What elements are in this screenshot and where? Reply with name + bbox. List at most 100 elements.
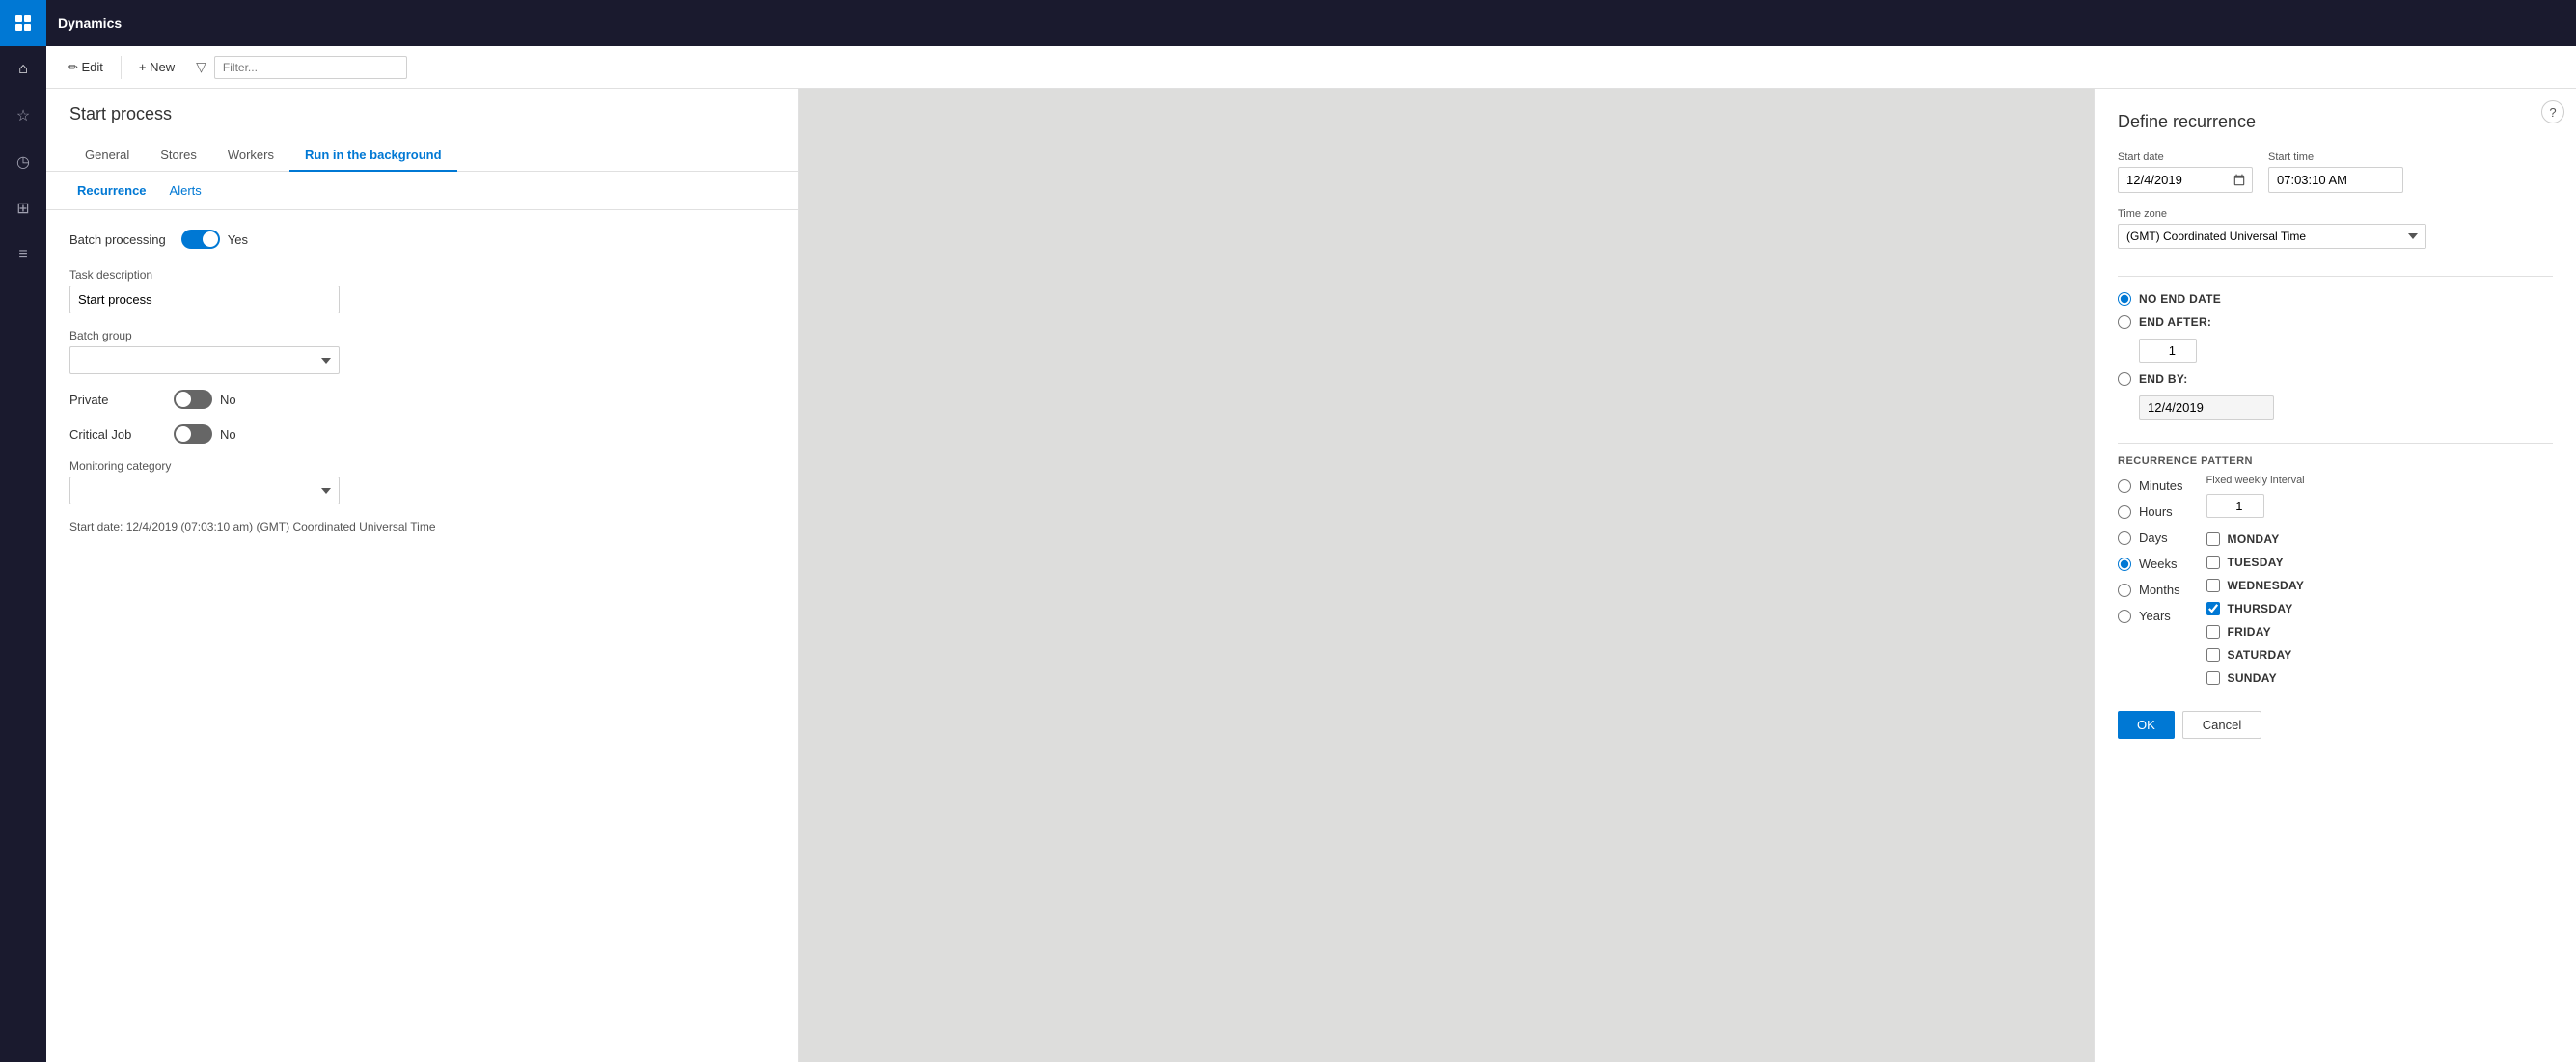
end-after-radio[interactable] <box>2118 315 2131 329</box>
panel-title: Start process <box>69 104 775 124</box>
monday-checkbox-item[interactable]: MONDAY <box>2206 530 2305 549</box>
nav-list-icon[interactable]: ≡ <box>0 231 46 278</box>
private-toggle[interactable] <box>174 390 212 409</box>
wednesday-checkbox[interactable] <box>2206 579 2220 592</box>
friday-checkbox-item[interactable]: FRIDAY <box>2206 622 2305 641</box>
end-after-input[interactable] <box>2139 339 2197 363</box>
start-date-input[interactable] <box>2118 167 2253 193</box>
sub-tab-recurrence[interactable]: Recurrence <box>69 179 154 202</box>
task-description-input[interactable] <box>69 286 340 313</box>
weeks-option[interactable]: Weeks <box>2118 553 2183 575</box>
help-icon[interactable]: ? <box>2541 100 2564 123</box>
batch-toggle[interactable] <box>181 230 220 249</box>
saturday-label: SATURDAY <box>2228 648 2292 662</box>
sunday-checkbox-item[interactable]: SUNDAY <box>2206 668 2305 688</box>
dialog-title: Define recurrence <box>2118 112 2553 132</box>
nav-star-icon[interactable]: ☆ <box>0 93 46 139</box>
no-end-date-label[interactable]: NO END DATE <box>2139 292 2221 306</box>
end-after-option[interactable]: END AFTER: <box>2118 312 2553 333</box>
sunday-checkbox[interactable] <box>2206 671 2220 685</box>
critical-job-toggle[interactable] <box>174 424 212 444</box>
saturday-checkbox[interactable] <box>2206 648 2220 662</box>
private-toggle-value: No <box>220 393 236 407</box>
nav-app-icon[interactable] <box>0 0 46 46</box>
friday-label: FRIDAY <box>2228 625 2271 639</box>
private-row: Private No <box>69 390 775 409</box>
end-by-date-input[interactable] <box>2139 395 2274 420</box>
wednesday-label: WEDNESDAY <box>2228 579 2305 592</box>
fixed-weekly-interval-input[interactable] <box>2206 494 2264 518</box>
days-radio[interactable] <box>2118 531 2131 545</box>
critical-job-row: Critical Job No <box>69 424 775 444</box>
tab-workers[interactable]: Workers <box>212 140 289 172</box>
cancel-button[interactable]: Cancel <box>2182 711 2261 739</box>
new-button[interactable]: + New <box>129 54 184 80</box>
sub-tab-alerts[interactable]: Alerts <box>162 179 209 202</box>
days-label: Days <box>2139 531 2168 545</box>
content-area: Ho... Prep... Mo... Gene... Up... Upda..… <box>46 89 2576 1062</box>
wednesday-checkbox-item[interactable]: WEDNESDAY <box>2206 576 2305 595</box>
panel-header: Start process General Stores Workers Run… <box>46 89 798 172</box>
tuesday-checkbox[interactable] <box>2206 556 2220 569</box>
no-end-date-radio[interactable] <box>2118 292 2131 306</box>
end-by-radio[interactable] <box>2118 372 2131 386</box>
nav-home-icon[interactable]: ⌂ <box>0 46 46 93</box>
nav-bar: ⌂ ☆ ◷ ⊞ ≡ <box>0 0 46 1062</box>
start-time-input[interactable] <box>2268 167 2403 193</box>
batch-toggle-value: Yes <box>228 232 248 247</box>
recurrence-dialog: Define recurrence Start date Start time … <box>2094 89 2576 1062</box>
sunday-label: SUNDAY <box>2228 671 2277 685</box>
years-radio[interactable] <box>2118 610 2131 623</box>
filter-icon[interactable]: ▽ <box>196 59 206 75</box>
saturday-checkbox-item[interactable]: SATURDAY <box>2206 645 2305 665</box>
nav-grid-icon[interactable]: ⊞ <box>0 185 46 231</box>
tab-general[interactable]: General <box>69 140 145 172</box>
ok-button[interactable]: OK <box>2118 711 2175 739</box>
thursday-checkbox-item[interactable]: THURSDAY <box>2206 599 2305 618</box>
end-options-group: NO END DATE END AFTER: END BY: <box>2118 288 2553 423</box>
years-option[interactable]: Years <box>2118 605 2183 627</box>
weekly-options: Fixed weekly interval MONDAY TUESDAY WED… <box>2206 475 2305 688</box>
separator-1 <box>121 56 122 79</box>
monitoring-category-field: Monitoring category <box>69 459 775 504</box>
months-radio[interactable] <box>2118 584 2131 597</box>
pattern-layout: Minutes Hours Days Weeks <box>2118 475 2553 688</box>
dialog-footer: OK Cancel <box>2118 711 2553 739</box>
timezone-select[interactable]: (GMT) Coordinated Universal Time (GMT-05… <box>2118 224 2426 249</box>
batch-group-select[interactable] <box>69 346 340 374</box>
end-by-option[interactable]: END BY: <box>2118 368 2553 390</box>
monday-checkbox[interactable] <box>2206 532 2220 546</box>
minutes-option[interactable]: Minutes <box>2118 475 2183 497</box>
tab-stores[interactable]: Stores <box>145 140 212 172</box>
batch-group-field: Batch group <box>69 329 775 374</box>
tuesday-checkbox-item[interactable]: TUESDAY <box>2206 553 2305 572</box>
friday-checkbox[interactable] <box>2206 625 2220 639</box>
monitoring-category-select[interactable] <box>69 477 340 504</box>
hours-radio[interactable] <box>2118 505 2131 519</box>
months-label: Months <box>2139 583 2180 597</box>
end-after-label[interactable]: END AFTER: <box>2139 315 2211 329</box>
no-end-date-option[interactable]: NO END DATE <box>2118 288 2553 310</box>
weeks-radio[interactable] <box>2118 558 2131 571</box>
hours-label: Hours <box>2139 504 2173 519</box>
months-option[interactable]: Months <box>2118 579 2183 601</box>
end-by-label[interactable]: END BY: <box>2139 372 2188 386</box>
nav-clock-icon[interactable]: ◷ <box>0 139 46 185</box>
thursday-checkbox[interactable] <box>2206 602 2220 615</box>
weeks-label: Weeks <box>2139 557 2178 571</box>
start-time-col: Start time <box>2268 151 2403 193</box>
tab-run-background[interactable]: Run in the background <box>289 140 457 172</box>
task-description-field: Task description <box>69 268 775 313</box>
minutes-label: Minutes <box>2139 478 2183 493</box>
timezone-label: Time zone <box>2118 208 2553 220</box>
minutes-radio[interactable] <box>2118 479 2131 493</box>
start-process-panel: Start process General Stores Workers Run… <box>46 89 799 1062</box>
hours-option[interactable]: Hours <box>2118 501 2183 523</box>
app-bar: Dynamics <box>46 0 2576 46</box>
thursday-label: THURSDAY <box>2228 602 2293 615</box>
recurrence-pattern-title: RECURRENCE PATTERN <box>2118 455 2553 467</box>
filter-input[interactable] <box>214 56 407 79</box>
command-bar: ✏ Edit + New ▽ <box>46 46 2576 89</box>
days-option[interactable]: Days <box>2118 527 2183 549</box>
edit-button[interactable]: ✏ Edit <box>58 54 113 81</box>
